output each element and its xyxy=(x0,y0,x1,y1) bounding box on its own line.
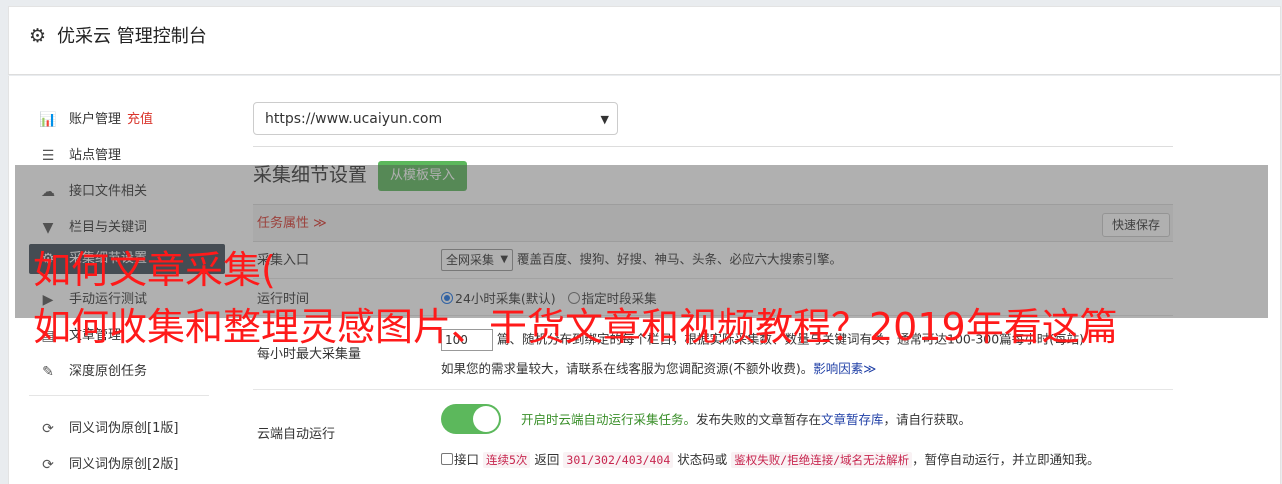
divider xyxy=(253,146,1173,147)
row-label: 云端自动运行 xyxy=(257,427,336,442)
sidebar-item-account[interactable]: 📊 账户管理 充值 xyxy=(29,105,225,135)
server-icon: ☰ xyxy=(41,148,55,164)
bar-chart-icon: 📊 xyxy=(39,112,57,128)
sidebar-item-synonym-v1[interactable]: ⟳ 同义词伪原创[1版] xyxy=(29,414,225,444)
refresh-icon: ⟳ xyxy=(42,457,54,473)
influence-factors-link[interactable]: 影响因素≫ xyxy=(813,361,876,376)
pause-notify-checkbox[interactable] xyxy=(441,453,453,465)
sidebar-divider xyxy=(29,395,209,396)
sidebar-item-label: 站点管理 xyxy=(69,148,122,163)
recharge-link[interactable]: 充值 xyxy=(127,112,153,127)
refresh-icon: ⟳ xyxy=(42,421,54,437)
page-title: 优采云 管理控制台 xyxy=(57,26,207,47)
sidebar-item-label: 账户管理 xyxy=(69,112,122,127)
watermark-title-line1: 如何文章采集( xyxy=(33,248,276,292)
chevron-double-down-icon: ≫ xyxy=(863,361,877,376)
sidebar-item-label: 深度原创任务 xyxy=(69,364,148,379)
sidebar-item-deep-original[interactable]: ✎ 深度原创任务 xyxy=(29,357,225,387)
chevron-down-icon: ▼ xyxy=(600,113,609,126)
sidebar-item-label: 同义词伪原创[2版] xyxy=(69,457,179,472)
sidebar-item-label: 同义词伪原创[1版] xyxy=(69,421,179,436)
dim-overlay xyxy=(15,165,1268,318)
gear-icon: ⚙ xyxy=(29,25,47,47)
row-cloud-auto-run: 云端自动运行 开启时云端自动运行采集任务。发布失败的文章暂存在文章暂存库，请自行… xyxy=(253,390,1173,484)
article-storage-link[interactable]: 文章暂存库 xyxy=(821,412,884,427)
cloud-auto-run-toggle[interactable] xyxy=(441,404,501,434)
sidebar-item-synonym-v2[interactable]: ⟳ 同义词伪原创[2版] xyxy=(29,450,225,480)
console-header: ⚙ 优采云 管理控制台 xyxy=(8,6,1281,75)
watermark-title-line2: 如何收集和整理灵感图片、干货文章和视频教程？2019年看这篇 xyxy=(33,305,1118,349)
contact-desc: 如果您的需求量较大，请联系在线客服为您调配资源(不额外收费)。 xyxy=(441,361,814,376)
edit-icon: ✎ xyxy=(42,364,54,380)
site-select[interactable]: https://www.ucaiyun.com ▼ xyxy=(253,102,618,135)
